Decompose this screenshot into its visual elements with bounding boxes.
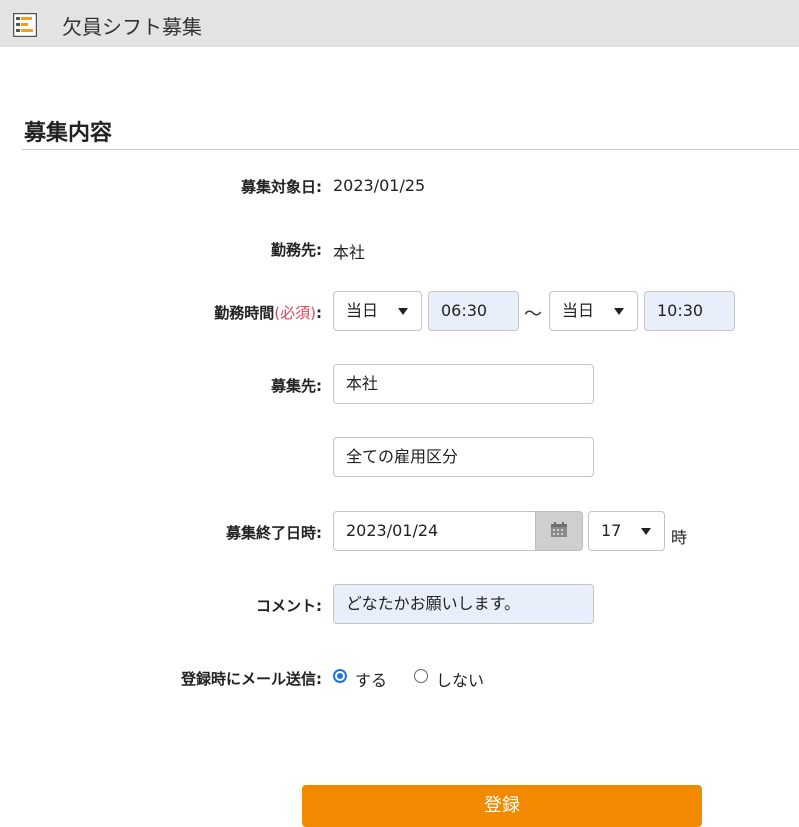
end-date-input[interactable]: 2023/01/24 [333, 511, 536, 551]
recruit-to-label: 募集先: [271, 377, 322, 395]
comment-label: コメント: [256, 597, 322, 615]
radio-unchecked-icon[interactable] [414, 669, 428, 683]
recruit-location-field[interactable]: 本社 [333, 364, 594, 404]
radio-checked-icon[interactable] [333, 669, 347, 683]
start-time-input[interactable]: 06:30 [428, 291, 519, 331]
start-day-value: 当日 [346, 301, 379, 320]
start-day-select[interactable]: 当日 [333, 291, 422, 331]
work-time-label: 勤務時間(必須): [214, 302, 322, 323]
chevron-down-icon [641, 528, 651, 535]
section-title: 募集内容 [24, 121, 113, 146]
mail-label: 登録時にメール送信: [181, 670, 322, 688]
shift-list-icon [13, 13, 37, 37]
chevron-down-icon [398, 308, 408, 315]
mail-option-no-label: しない [436, 671, 485, 690]
end-hour-select[interactable]: 17 [588, 511, 665, 551]
end-datetime-label: 募集終了日時: [226, 524, 322, 542]
page-title: 欠員シフト募集 [62, 15, 202, 39]
hour-suffix: 時 [671, 528, 688, 547]
register-button[interactable]: 登録 [302, 785, 702, 827]
mail-option-yes-label: する [355, 671, 388, 690]
end-day-select[interactable]: 当日 [549, 291, 638, 331]
section-divider [22, 149, 799, 150]
target-date-label: 募集対象日: [241, 178, 322, 196]
workplace-label: 勤務先: [271, 241, 322, 259]
comment-field[interactable]: どなたかお願いします。 [333, 584, 594, 624]
end-hour-value: 17 [601, 521, 622, 540]
time-range-separator: ～ [524, 304, 542, 325]
calendar-icon [551, 522, 567, 537]
chevron-down-icon [614, 308, 624, 315]
end-day-value: 当日 [562, 301, 595, 320]
target-date-value: 2023/01/25 [333, 176, 426, 195]
calendar-button[interactable] [535, 511, 583, 551]
title-bar: 欠員シフト募集 [0, 0, 799, 47]
work-time-label-text: 勤務時間 [214, 304, 275, 322]
end-time-input[interactable]: 10:30 [644, 291, 735, 331]
required-mark: (必須) [274, 304, 316, 322]
work-time-label-colon: : [316, 304, 322, 322]
workplace-value: 本社 [333, 243, 366, 262]
employment-type-field[interactable]: 全ての雇用区分 [333, 437, 594, 477]
